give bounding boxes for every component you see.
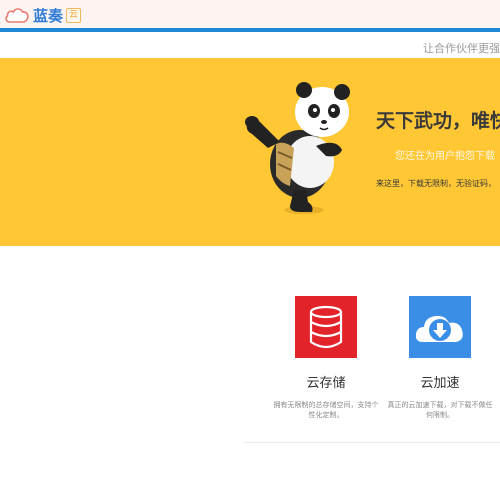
cloud-logo-icon: [5, 8, 29, 23]
feature-title: 云存储: [306, 376, 346, 391]
hero-title: 天下武功，唯快: [376, 110, 500, 132]
database-icon: [295, 296, 357, 358]
logo-badge: 云: [66, 7, 82, 23]
cloud-download-icon: [409, 296, 471, 358]
blue-divider: [0, 28, 500, 32]
partner-text: 让合作伙伴更强: [423, 42, 500, 55]
partner-bar: 让合作伙伴更强: [0, 33, 500, 58]
hero-description: 来这里，下载无限制，无验证码，: [376, 179, 496, 188]
hero-subtitle: 您还在为用户抱怨下载: [395, 151, 495, 162]
panda-mascot-icon: [245, 82, 350, 214]
logo-text: 蓝奏: [33, 6, 64, 25]
top-header: 蓝奏 云: [0, 0, 500, 28]
feature-description: 真正的云加速下载，对下载不做任何限制。: [387, 401, 493, 419]
section-divider: [244, 442, 500, 443]
feature-description: 拥有无限制的总存储空间，支持个性化定制。: [273, 401, 379, 419]
feature-title: 云加速: [420, 376, 460, 391]
feature-cloud-accelerate[interactable]: 云加速 真正的云加速下载，对下载不做任何限制。: [380, 296, 500, 420]
hero-banner: 天下武功，唯快 您还在为用户抱怨下载 来这里，下载无限制，无验证码，: [0, 58, 500, 246]
feature-cloud-storage[interactable]: 云存储 拥有无限制的总存储空间，支持个性化定制。: [266, 296, 386, 420]
site-logo[interactable]: 蓝奏 云: [4, 4, 82, 26]
